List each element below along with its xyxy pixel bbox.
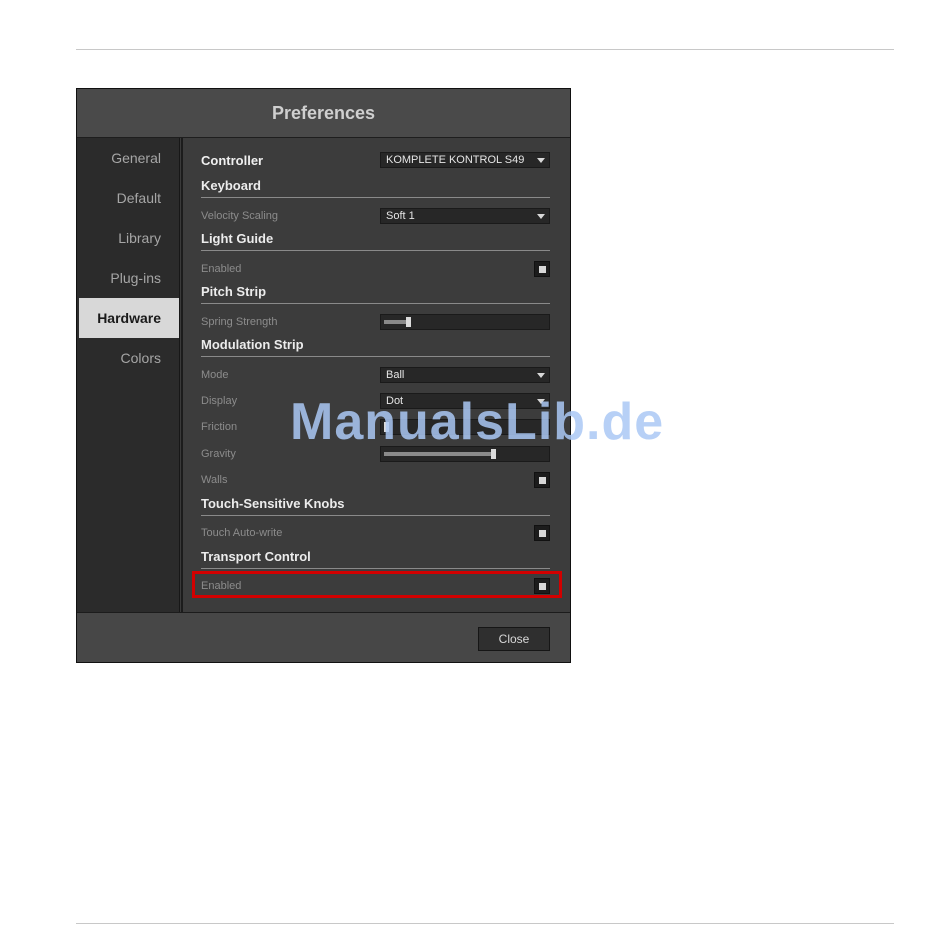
spring-strength-row: Spring Strength — [201, 312, 550, 332]
touch-autowrite-row: Touch Auto-write — [201, 523, 550, 543]
section-touch-sensitive-knobs: Touch-Sensitive Knobs — [201, 496, 550, 516]
section-transport-control: Transport Control — [201, 549, 550, 569]
sidebar-item-colors[interactable]: Colors — [77, 338, 179, 378]
controller-label: Controller — [201, 152, 264, 168]
top-divider — [76, 49, 894, 50]
sidebar: General Default Library Plug-ins Hardwar… — [77, 138, 180, 612]
velocity-scaling-value: Soft 1 — [386, 210, 415, 222]
mode-value: Ball — [386, 369, 405, 381]
controller-value: KOMPLETE KONTROL S49 — [386, 154, 525, 166]
display-label: Display — [201, 395, 238, 407]
slider-fill — [384, 320, 406, 324]
friction-row: Friction — [201, 417, 550, 437]
sidebar-item-general[interactable]: General — [77, 138, 179, 178]
section-keyboard: Keyboard — [201, 178, 550, 198]
friction-slider[interactable] — [380, 419, 550, 435]
display-value: Dot — [386, 395, 404, 407]
slider-handle[interactable] — [406, 317, 411, 327]
touch-autowrite-checkbox[interactable] — [534, 525, 550, 541]
display-dropdown[interactable]: Dot — [380, 393, 550, 409]
velocity-scaling-row: Velocity Scaling Soft 1 — [201, 206, 550, 226]
gravity-slider[interactable] — [380, 446, 550, 462]
mode-label: Mode — [201, 369, 229, 381]
velocity-scaling-dropdown[interactable]: Soft 1 — [380, 208, 550, 224]
light-guide-enabled-checkbox[interactable] — [534, 261, 550, 277]
section-light-guide: Light Guide — [201, 231, 550, 251]
light-guide-enabled-label: Enabled — [201, 263, 242, 275]
check-mark-icon — [538, 265, 546, 273]
highlight-box — [192, 571, 562, 598]
section-pitch-strip: Pitch Strip — [201, 284, 550, 304]
sidebar-item-library[interactable]: Library — [77, 218, 179, 258]
walls-row: Walls — [201, 470, 550, 490]
gravity-label: Gravity — [201, 448, 236, 460]
check-mark-icon — [538, 529, 546, 537]
hardware-settings-panel: Controller KOMPLETE KONTROL S49 Keyboard… — [181, 138, 570, 612]
mode-dropdown[interactable]: Ball — [380, 367, 550, 383]
footer-bar: Close — [77, 612, 570, 662]
close-button[interactable]: Close — [478, 627, 550, 651]
slider-handle[interactable] — [384, 422, 389, 432]
walls-checkbox[interactable] — [534, 472, 550, 488]
gravity-row: Gravity — [201, 444, 550, 464]
walls-label: Walls — [201, 474, 228, 486]
mode-row: Mode Ball — [201, 365, 550, 385]
check-mark-icon — [538, 476, 546, 484]
spring-strength-label: Spring Strength — [201, 316, 278, 328]
chevron-down-icon — [537, 213, 545, 219]
chevron-down-icon — [537, 157, 545, 163]
velocity-scaling-label: Velocity Scaling — [201, 210, 279, 222]
controller-row: Controller KOMPLETE KONTROL S49 — [201, 150, 550, 170]
touch-autowrite-label: Touch Auto-write — [201, 527, 283, 539]
preferences-window: Preferences General Default Library Plug… — [76, 88, 571, 663]
section-modulation-strip: Modulation Strip — [201, 337, 550, 357]
chevron-down-icon — [537, 398, 545, 404]
chevron-down-icon — [537, 372, 545, 378]
sidebar-item-plug-ins[interactable]: Plug-ins — [77, 258, 179, 298]
slider-fill — [384, 452, 491, 456]
controller-dropdown[interactable]: KOMPLETE KONTROL S49 — [380, 152, 550, 168]
window-title: Preferences — [77, 89, 570, 138]
bottom-divider — [76, 923, 894, 924]
friction-label: Friction — [201, 421, 238, 433]
slider-handle[interactable] — [491, 449, 496, 459]
display-row: Display Dot — [201, 391, 550, 411]
spring-strength-slider[interactable] — [380, 314, 550, 330]
light-guide-enabled-row: Enabled — [201, 259, 550, 279]
sidebar-item-default[interactable]: Default — [77, 178, 179, 218]
sidebar-item-hardware[interactable]: Hardware — [79, 298, 179, 338]
